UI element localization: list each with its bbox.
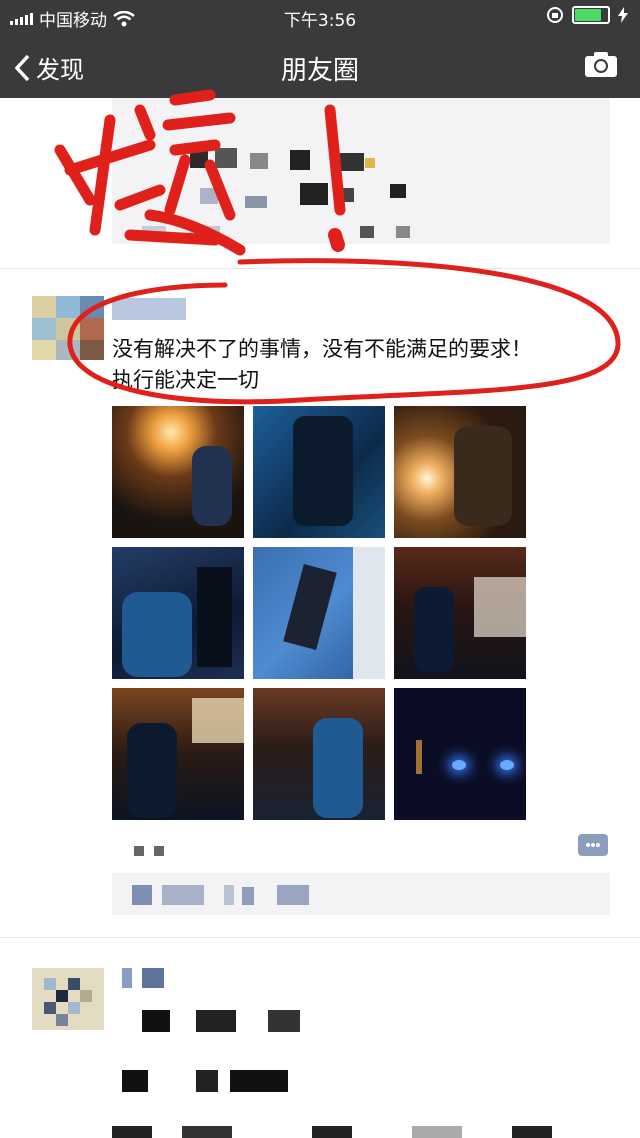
mosaic-block <box>215 148 237 168</box>
photo-thumbnail[interactable] <box>112 406 244 538</box>
mosaic-block <box>340 188 354 202</box>
text-blurred <box>230 1070 288 1092</box>
orientation-lock-icon <box>547 7 563 23</box>
mosaic-block <box>365 158 375 168</box>
avatar[interactable] <box>32 296 104 360</box>
photo-thumbnail[interactable] <box>253 688 385 820</box>
timestamp-blurred <box>154 846 164 856</box>
battery-icon <box>572 6 610 24</box>
status-bar: 中国移动 下午3:56 <box>0 0 640 32</box>
photo-thumbnail[interactable] <box>394 406 526 538</box>
mosaic-block <box>200 188 218 204</box>
mosaic-block <box>250 153 268 169</box>
mosaic-block <box>190 226 220 238</box>
page-title: 朋友圈 <box>280 56 359 86</box>
mosaic-block <box>224 885 234 905</box>
photo-thumbnail[interactable] <box>112 547 244 679</box>
post-text-line2: 执行能决定一切 <box>112 368 259 392</box>
text-blurred <box>122 1070 148 1092</box>
photo-thumbnail[interactable] <box>394 547 526 679</box>
mosaic-block <box>245 196 267 208</box>
photo-thumbnail[interactable] <box>253 547 385 679</box>
mosaic-block <box>300 183 328 205</box>
post-divider <box>0 937 640 938</box>
photo-thumbnail[interactable] <box>394 688 526 820</box>
status-time: 下午3:56 <box>283 11 357 31</box>
mosaic-block <box>162 885 204 905</box>
nav-bar: 发现 朋友圈 <box>0 32 640 98</box>
text-blurred <box>196 1010 236 1032</box>
post-text-line1: 没有解决不了的事情，没有不能满足的要求！ <box>112 337 532 361</box>
photo-thumbnail[interactable] <box>112 688 244 820</box>
mosaic-block <box>390 184 406 198</box>
mosaic-block <box>242 887 254 905</box>
previous-comment-area <box>112 98 610 244</box>
photo-thumbnail[interactable] <box>253 406 385 538</box>
author-name-blurred <box>142 968 164 988</box>
timestamp-blurred <box>134 846 144 856</box>
text-blurred <box>196 1070 218 1092</box>
mosaic-block <box>396 226 410 238</box>
mosaic-block <box>190 150 208 168</box>
charging-icon <box>618 7 628 23</box>
mosaic-block <box>277 885 309 905</box>
mosaic-block <box>290 150 310 170</box>
author-name[interactable] <box>112 298 186 320</box>
previous-post <box>0 98 640 268</box>
comment-icon[interactable] <box>578 834 608 856</box>
post-text: 没有解决不了的事情，没有不能满足的要求！ 执行能决定一切 <box>112 334 612 396</box>
text-blurred <box>268 1010 300 1032</box>
mosaic-block <box>340 153 364 171</box>
likes-and-comments <box>112 873 610 915</box>
text-blurred <box>112 1126 612 1138</box>
text-blurred <box>142 1010 170 1032</box>
mosaic-block <box>132 885 152 905</box>
mosaic-block <box>360 226 374 238</box>
avatar[interactable] <box>32 968 104 1030</box>
post-divider <box>0 268 640 269</box>
mosaic-block <box>142 226 166 238</box>
camera-icon[interactable] <box>584 50 618 78</box>
author-name-blurred <box>122 968 132 988</box>
